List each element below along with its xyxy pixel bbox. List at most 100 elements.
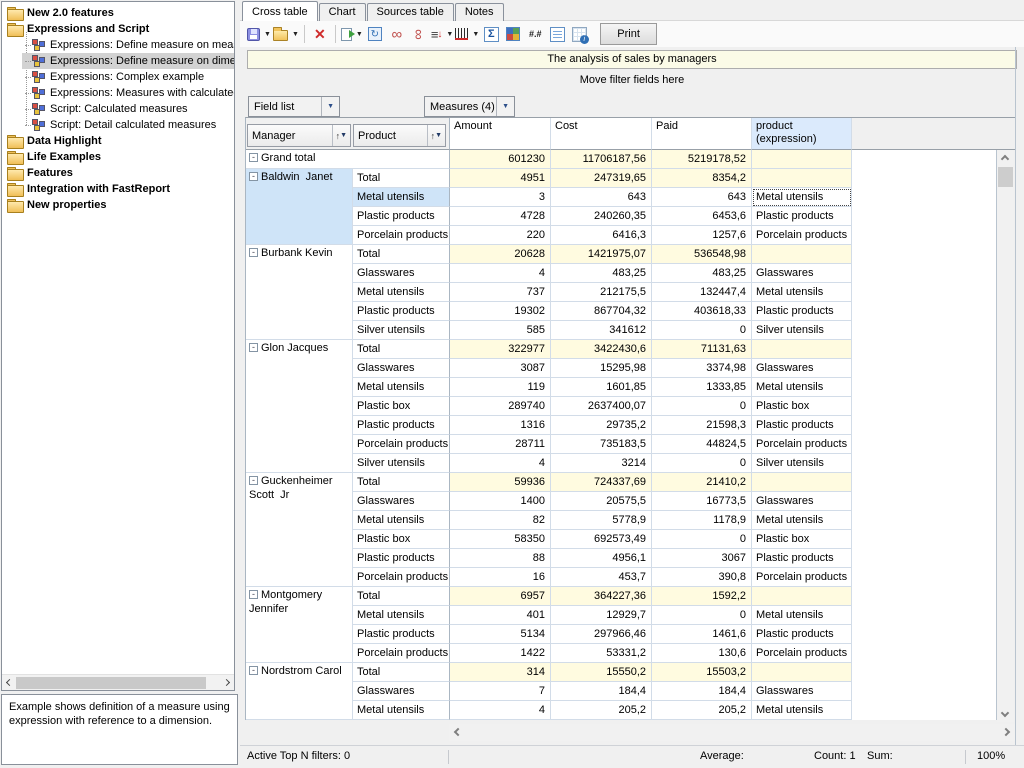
row-header-product[interactable]: Plastic products (353, 625, 450, 644)
swap-columns-icon[interactable] (387, 23, 407, 45)
cell-cost[interactable]: 724337,69 (551, 473, 652, 492)
cell-cost[interactable]: 483,25 (551, 264, 652, 283)
cell-product-expression[interactable]: Metal utensils (752, 606, 852, 625)
scroll-left-icon[interactable] (6, 679, 13, 686)
row-header-product[interactable]: Plastic products (353, 416, 450, 435)
scroll-left-icon[interactable] (454, 728, 462, 736)
row-header-product[interactable]: Total (353, 340, 450, 359)
tree-item-expressions-define-measure-on-dimensi[interactable]: Expressions: Define measure on dimensi (22, 53, 234, 69)
cell-cost[interactable]: 15550,2 (551, 663, 652, 682)
cell-product-expression[interactable] (752, 340, 852, 359)
filter-drop-zone[interactable]: Move filter fields here (240, 69, 1024, 92)
row-header-product[interactable]: Plastic products (353, 207, 450, 226)
cell-product-expression[interactable]: Plastic products (752, 207, 852, 226)
scroll-up-icon[interactable] (1001, 155, 1009, 163)
cell-amount[interactable]: 58350 (450, 530, 551, 549)
row-header-product[interactable]: Plastic box (353, 530, 450, 549)
row-header-product[interactable]: Porcelain products (353, 644, 450, 663)
cell-paid[interactable]: 184,4 (652, 682, 752, 701)
cell-paid[interactable]: 3067 (652, 549, 752, 568)
cell-amount[interactable]: 6957 (450, 587, 551, 606)
cell-paid[interactable]: 403618,33 (652, 302, 752, 321)
refresh-icon[interactable] (365, 23, 385, 45)
cell-product-expression[interactable] (752, 587, 852, 606)
scroll-right-icon[interactable] (223, 679, 230, 686)
row-header-product[interactable]: Porcelain products (353, 568, 450, 587)
row-header-product[interactable]: Total (353, 473, 450, 492)
tree-folder-life-examples[interactable]: Life Examples (2, 149, 234, 165)
cell-paid[interactable]: 1178,9 (652, 511, 752, 530)
row-header-manager[interactable]: Guckenheimer Scott Jr (246, 473, 353, 587)
cell-product-expression[interactable]: Plastic box (752, 397, 852, 416)
tree-folder-data-highlight[interactable]: Data Highlight (2, 133, 234, 149)
cell-amount[interactable]: 1316 (450, 416, 551, 435)
row-header-product[interactable]: Porcelain products (353, 435, 450, 454)
number-format-icon[interactable] (525, 23, 545, 45)
tree-item-expressions-complex-example[interactable]: Expressions: Complex example (22, 69, 234, 85)
cell-cost[interactable]: 29735,2 (551, 416, 652, 435)
collapse-icon[interactable] (249, 153, 258, 162)
cell-paid[interactable]: 1333,85 (652, 378, 752, 397)
cell-amount[interactable]: 20628 (450, 245, 551, 264)
chevron-down-icon[interactable]: ▼ (446, 31, 453, 38)
dimension-button-product[interactable]: Product↑▼ (353, 124, 446, 147)
cell-product-expression[interactable]: Porcelain products (752, 568, 852, 587)
row-header-manager[interactable]: Montgomery Jennifer (246, 587, 353, 663)
tab-notes[interactable]: Notes (455, 3, 504, 21)
row-header-product[interactable]: Metal utensils (353, 283, 450, 302)
cell-paid[interactable]: 390,8 (652, 568, 752, 587)
dimension-button-manager[interactable]: Manager↑▼ (247, 124, 351, 147)
row-header-product[interactable]: Metal utensils (353, 701, 450, 720)
cell-paid[interactable]: 483,25 (652, 264, 752, 283)
cell-amount[interactable]: 4 (450, 701, 551, 720)
cell-cost[interactable]: 453,7 (551, 568, 652, 587)
cell-product-expression[interactable] (752, 663, 852, 682)
column-header-amount[interactable]: Amount (450, 118, 551, 150)
cell-paid[interactable]: 6453,6 (652, 207, 752, 226)
save-icon[interactable]: ▼ (247, 23, 271, 45)
field-list-button[interactable]: Field list ▼ (248, 96, 340, 117)
tree-item-expressions-measures-with-calculated-fi[interactable]: Expressions: Measures with calculated fi (22, 85, 234, 101)
sort-icon[interactable]: ▼ (431, 23, 454, 45)
cell-product-expression[interactable]: Metal utensils (752, 188, 852, 207)
scale-icon[interactable]: ▼ (455, 23, 479, 45)
cell-paid[interactable]: 21410,2 (652, 473, 752, 492)
row-header-product[interactable]: Metal utensils (353, 606, 450, 625)
cell-paid[interactable]: 3374,98 (652, 359, 752, 378)
cell-cost[interactable]: 5778,9 (551, 511, 652, 530)
cell-product-expression[interactable]: Silver utensils (752, 321, 852, 340)
cell-amount[interactable]: 4728 (450, 207, 551, 226)
row-header-product[interactable]: Glasswares (353, 264, 450, 283)
cell-paid[interactable]: 536548,98 (652, 245, 752, 264)
cell-cost[interactable]: 364227,36 (551, 587, 652, 606)
cell-paid[interactable]: 44824,5 (652, 435, 752, 454)
cell-amount[interactable]: 88 (450, 549, 551, 568)
cell-amount[interactable]: 585 (450, 321, 551, 340)
cell-amount[interactable]: 119 (450, 378, 551, 397)
cell-product-expression[interactable]: Porcelain products (752, 644, 852, 663)
cell-product-expression[interactable]: Glasswares (752, 359, 852, 378)
cell-cost[interactable]: 3214 (551, 454, 652, 473)
cell-paid[interactable]: 0 (652, 321, 752, 340)
chevron-down-icon[interactable]: ▼ (356, 31, 363, 38)
cell-amount[interactable]: 322977 (450, 340, 551, 359)
aggregate-icon[interactable] (481, 23, 501, 45)
collapse-icon[interactable] (249, 172, 258, 181)
cell-cost[interactable]: 1601,85 (551, 378, 652, 397)
cell-paid[interactable]: 71131,63 (652, 340, 752, 359)
grid-info-icon[interactable] (569, 23, 589, 45)
row-header-product[interactable]: Total (353, 587, 450, 606)
cell-cost[interactable]: 20575,5 (551, 492, 652, 511)
row-header-product[interactable]: Plastic products (353, 549, 450, 568)
tree-item-expressions-define-measure-on-measur[interactable]: Expressions: Define measure on measur (22, 37, 234, 53)
tree-folder-features[interactable]: Features (2, 165, 234, 181)
cell-product-expression[interactable]: Plastic products (752, 302, 852, 321)
column-header-product-expression[interactable]: product (expression) (752, 118, 852, 150)
collapse-icon[interactable] (249, 248, 258, 257)
cell-paid[interactable]: 15503,2 (652, 663, 752, 682)
chevron-down-icon[interactable]: ▼ (321, 97, 339, 116)
tab-sources-table[interactable]: Sources table (367, 3, 454, 21)
row-header-product[interactable]: Metal utensils (353, 378, 450, 397)
row-header-product[interactable]: Plastic box (353, 397, 450, 416)
cell-paid[interactable]: 1461,6 (652, 625, 752, 644)
